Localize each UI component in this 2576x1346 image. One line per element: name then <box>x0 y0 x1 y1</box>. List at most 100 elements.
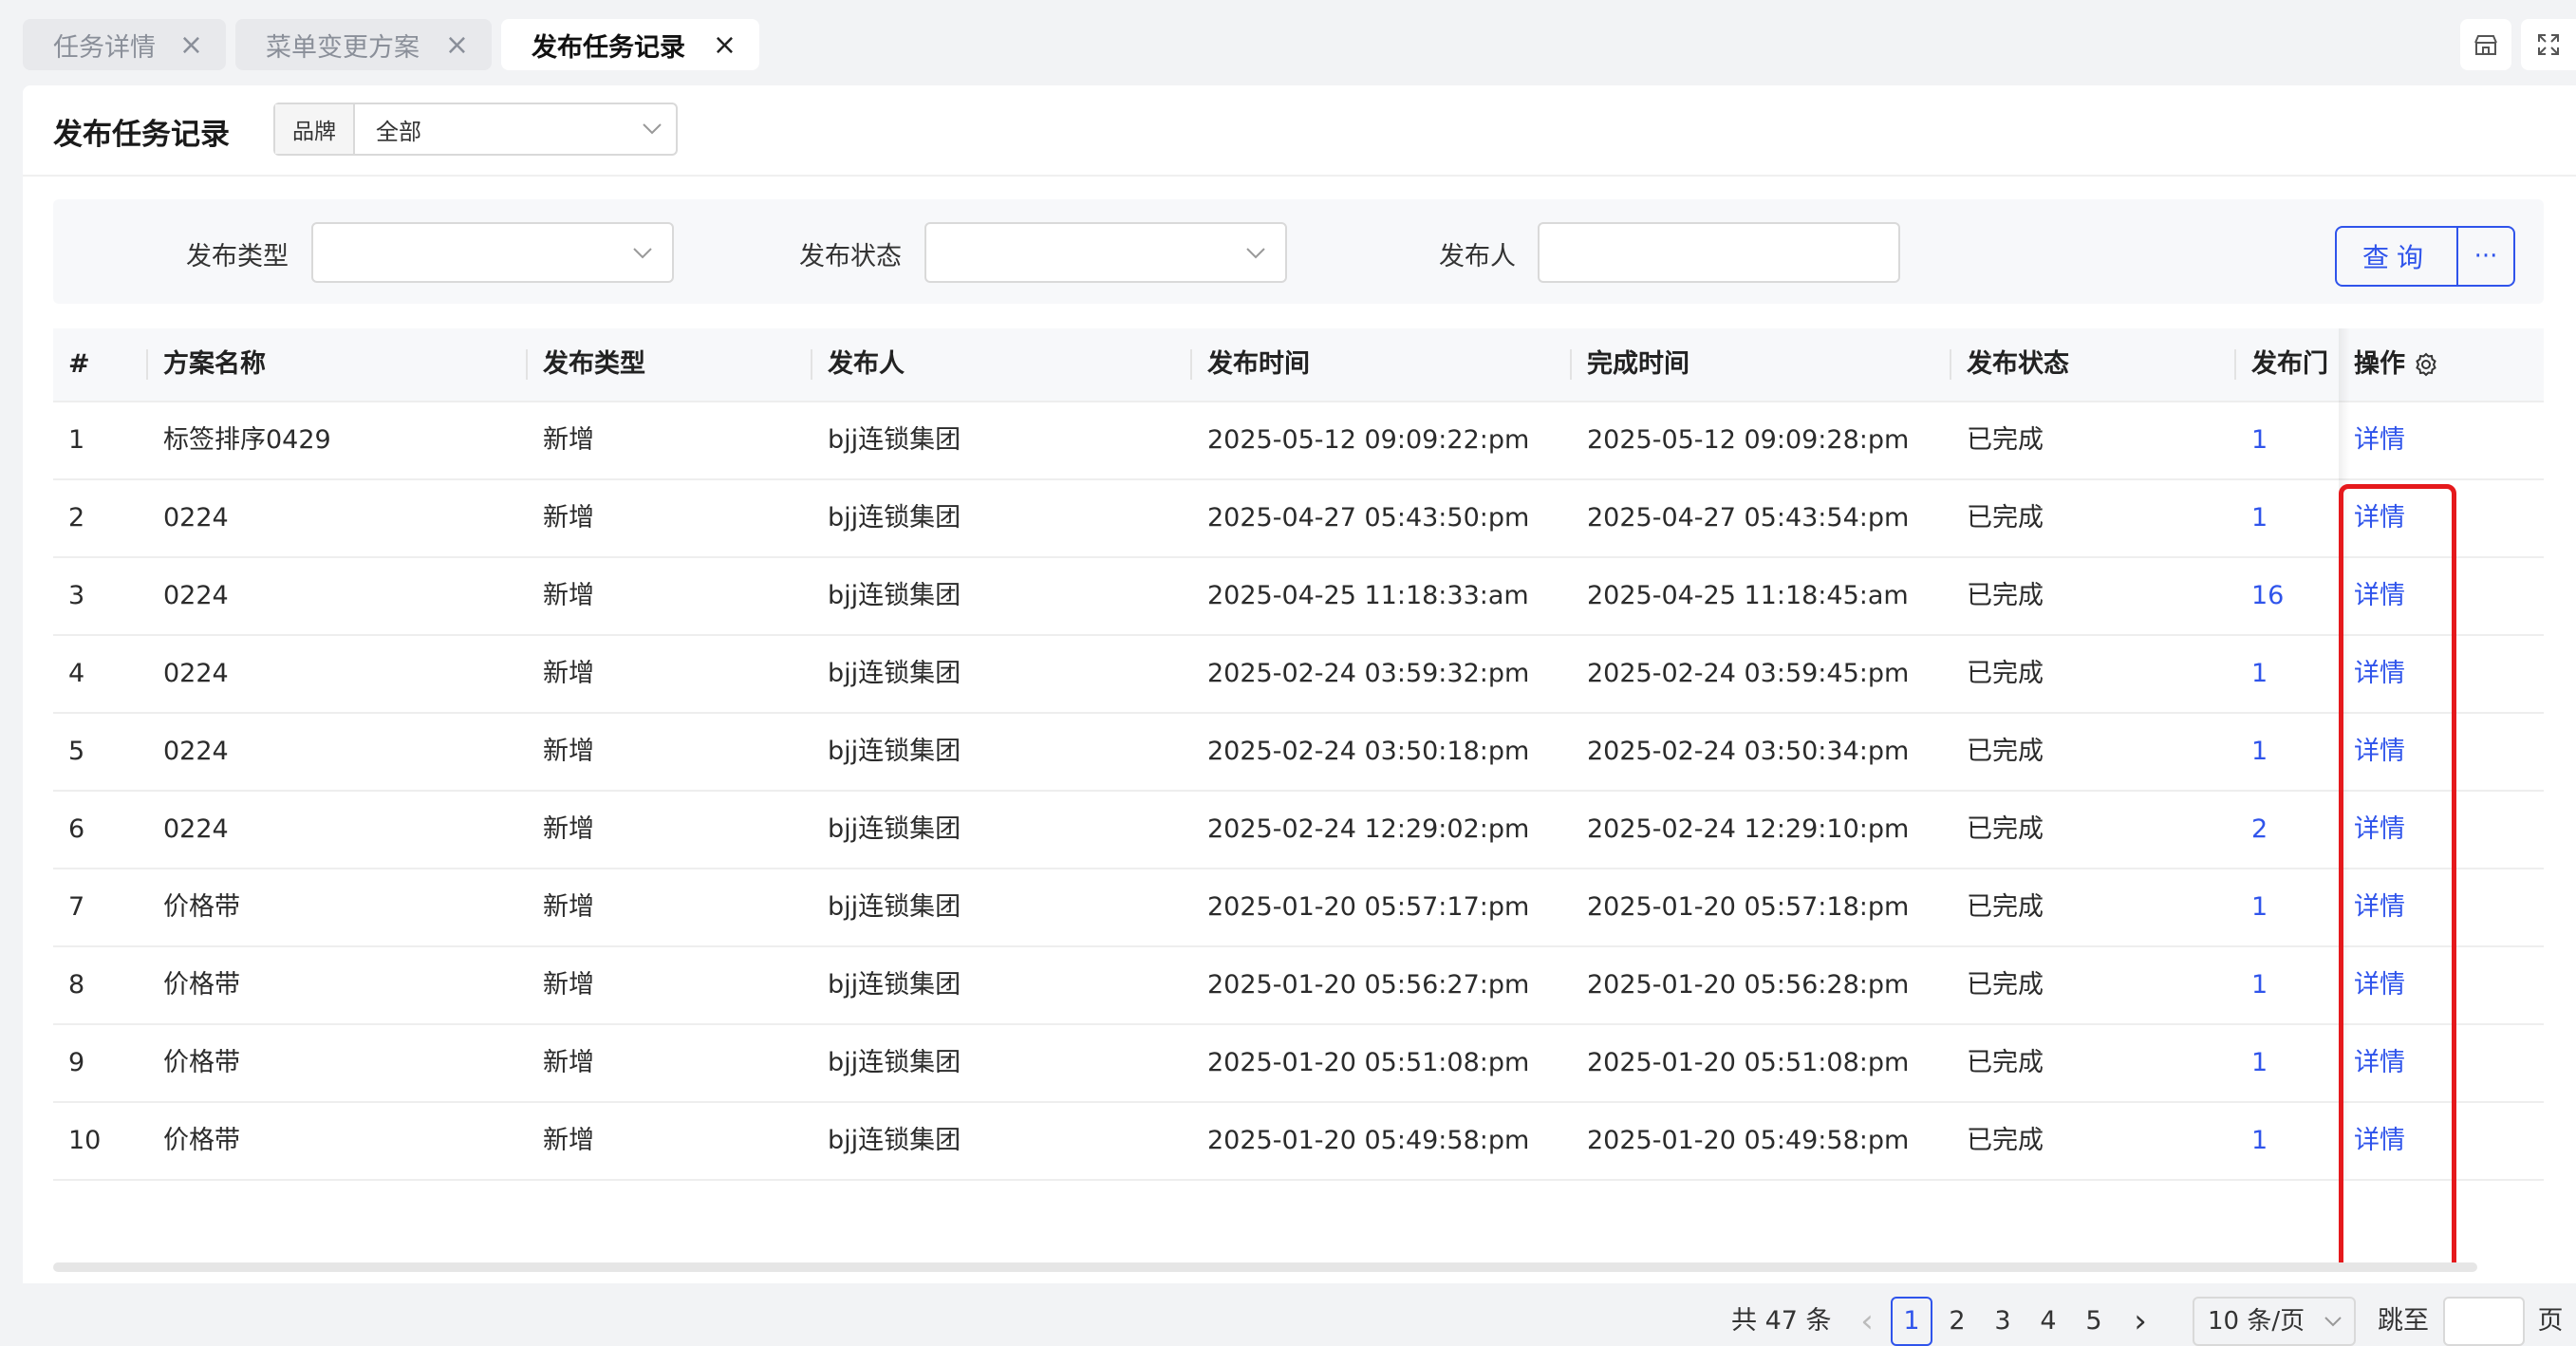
cell-publish-time: 2025-01-20 05:56:27:pm <box>1207 970 1530 1000</box>
cell-publish-time: 2025-01-20 05:57:17:pm <box>1207 892 1530 922</box>
cell-complete-time: 2025-01-20 05:57:18:pm <box>1587 892 1910 922</box>
cell-publish-stores[interactable]: 1 <box>2251 1103 2268 1179</box>
page-size-select[interactable]: 10 条/页 <box>2193 1297 2356 1346</box>
cell-complete-time: 2025-02-24 03:50:34:pm <box>1587 737 1910 766</box>
prev-page-icon[interactable]: ‹ <box>1853 1297 1881 1346</box>
query-button[interactable]: 查询 <box>2337 228 2458 285</box>
brand-select[interactable]: 品牌 全部 <box>273 103 678 156</box>
cell-publisher: bjj连锁集团 <box>828 503 961 533</box>
table-row: 8 价格带 新增 bjj连锁集团 2025-01-20 05:56:27:pm 2025-… <box>53 947 2544 1025</box>
cell-publisher: bjj连锁集团 <box>828 1126 961 1155</box>
cell-publish-time: 2025-04-25 11:18:33:am <box>1207 581 1529 610</box>
cell-complete-time: 2025-02-24 03:59:45:pm <box>1587 659 1910 688</box>
chevron-down-icon <box>633 248 652 259</box>
cell-publisher: bjj连锁集团 <box>828 737 961 766</box>
column-header-publish-type: 发布类型 <box>543 349 645 379</box>
publisher-label: 发布人 <box>1439 242 1516 271</box>
tab-close-icon[interactable]: × <box>445 28 469 62</box>
cell-publisher: bjj连锁集团 <box>828 970 961 1000</box>
detail-link[interactable]: 详情 <box>2354 869 2405 945</box>
cell-plan-name: 价格带 <box>163 1126 240 1155</box>
tab-label: 发布任务记录 <box>532 32 685 63</box>
publish-records-table: # 方案名称 发布类型 发布人 发布时间 完成时间 发布状态 发布门 操作 1 标… <box>53 328 2544 1181</box>
jump-page-input[interactable] <box>2443 1297 2525 1346</box>
jump-to-label: 跳至 <box>2378 1306 2429 1336</box>
settings-gear-icon[interactable] <box>2413 351 2439 378</box>
next-page-icon[interactable]: › <box>2126 1297 2155 1346</box>
table-row: 3 0224 新增 bjj连锁集团 2025-04-25 11:18:33:am 2025… <box>53 558 2544 636</box>
tab-menu-change-plan[interactable]: 菜单变更方案 × <box>235 19 492 70</box>
cell-index: 4 <box>68 659 85 688</box>
fullscreen-button[interactable] <box>2521 19 2576 70</box>
table-row: 5 0224 新增 bjj连锁集团 2025-02-24 03:50:18:pm 2025… <box>53 714 2544 792</box>
cell-plan-name: 价格带 <box>163 1048 240 1077</box>
cell-publish-time: 2025-05-12 09:09:22:pm <box>1207 425 1530 455</box>
page-header: 发布任务记录 品牌 全部 <box>23 85 2576 177</box>
detail-link[interactable]: 详情 <box>2354 480 2405 556</box>
column-header-index: # <box>68 349 90 379</box>
cell-publish-stores[interactable]: 1 <box>2251 947 2268 1023</box>
tab-close-icon[interactable]: × <box>713 28 737 62</box>
brand-select-label: 品牌 <box>275 104 355 154</box>
tab-bar: 任务详情 × 菜单变更方案 × 发布任务记录 × <box>0 0 2576 84</box>
tab-close-icon[interactable]: × <box>179 28 203 62</box>
table-body: 1 标签排序0429 新增 bjj连锁集团 2025-05-12 09:09:22:pm… <box>53 402 2544 1181</box>
detail-link[interactable]: 详情 <box>2354 1103 2405 1179</box>
detail-link[interactable]: 详情 <box>2354 636 2405 712</box>
tab-label: 任务详情 <box>53 32 156 63</box>
detail-link[interactable]: 详情 <box>2354 792 2405 868</box>
detail-link[interactable]: 详情 <box>2354 402 2405 478</box>
cell-complete-time: 2025-04-25 11:18:45:am <box>1587 581 1909 610</box>
cell-publish-time: 2025-02-24 12:29:02:pm <box>1207 814 1530 844</box>
publisher-input[interactable] <box>1538 222 1900 283</box>
detail-link[interactable]: 详情 <box>2354 558 2405 634</box>
fullscreen-icon <box>2538 34 2559 55</box>
cell-plan-name: 0224 <box>163 659 229 688</box>
column-header-publish-status: 发布状态 <box>1967 349 2069 379</box>
cell-index: 7 <box>68 892 85 922</box>
tab-task-detail[interactable]: 任务详情 × <box>23 19 226 70</box>
page-2[interactable]: 2 <box>1936 1297 1978 1346</box>
publish-type-select[interactable] <box>311 222 674 283</box>
page-3[interactable]: 3 <box>1982 1297 2024 1346</box>
detail-link[interactable]: 详情 <box>2354 1025 2405 1101</box>
cell-index: 6 <box>68 814 85 844</box>
cell-index: 1 <box>68 425 85 455</box>
cell-index: 8 <box>68 970 85 1000</box>
page-1[interactable]: 1 <box>1891 1297 1932 1346</box>
cell-publish-stores[interactable]: 16 <box>2251 558 2284 634</box>
pagination: 共 47 条 ‹ 1 2 3 4 5 › 10 条/页 跳至 页 <box>23 1297 2576 1346</box>
cell-publish-stores[interactable]: 1 <box>2251 1025 2268 1101</box>
cell-publish-stores[interactable]: 1 <box>2251 636 2268 712</box>
page-4[interactable]: 4 <box>2027 1297 2069 1346</box>
cell-publish-stores[interactable]: 1 <box>2251 402 2268 478</box>
cell-publish-status: 已完成 <box>1967 737 2044 766</box>
tab-publish-task-records[interactable]: 发布任务记录 × <box>501 19 759 70</box>
cell-publish-time: 2025-01-20 05:49:58:pm <box>1207 1126 1530 1155</box>
cell-publisher: bjj连锁集团 <box>828 814 961 844</box>
cell-publish-stores[interactable]: 1 <box>2251 480 2268 556</box>
cell-publish-type: 新增 <box>543 1048 594 1077</box>
cell-plan-name: 0224 <box>163 814 229 844</box>
column-header-actions: 操作 <box>2354 349 2405 379</box>
cell-publisher: bjj连锁集团 <box>828 1048 961 1077</box>
cell-publish-stores[interactable]: 2 <box>2251 792 2268 868</box>
more-options-button[interactable]: ··· <box>2458 228 2513 285</box>
cell-publish-status: 已完成 <box>1967 503 2044 533</box>
cell-publish-time: 2025-01-20 05:51:08:pm <box>1207 1048 1530 1077</box>
cell-publish-status: 已完成 <box>1967 581 2044 610</box>
horizontal-scrollbar[interactable] <box>53 1262 2477 1272</box>
cell-plan-name: 价格带 <box>163 970 240 1000</box>
column-divider <box>1570 349 1572 380</box>
cell-publish-stores[interactable]: 1 <box>2251 869 2268 945</box>
column-divider <box>1190 349 1192 380</box>
chevron-down-icon <box>628 104 676 154</box>
publish-status-select[interactable] <box>924 222 1287 283</box>
store-button[interactable] <box>2460 19 2511 70</box>
page-5[interactable]: 5 <box>2073 1297 2115 1346</box>
cell-publish-type: 新增 <box>543 970 594 1000</box>
cell-publish-stores[interactable]: 1 <box>2251 714 2268 790</box>
publish-status-label: 发布状态 <box>799 242 902 271</box>
detail-link[interactable]: 详情 <box>2354 714 2405 790</box>
detail-link[interactable]: 详情 <box>2354 947 2405 1023</box>
